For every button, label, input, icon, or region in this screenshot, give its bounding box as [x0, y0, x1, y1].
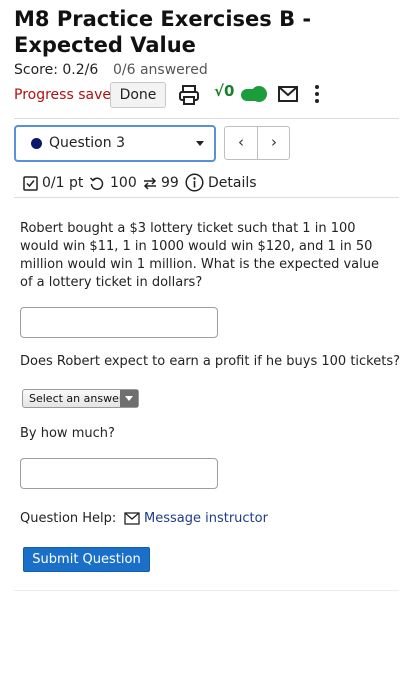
- mail-icon[interactable]: [278, 86, 298, 102]
- question-help-label: Question Help:: [20, 511, 117, 526]
- question-select[interactable]: Question 3: [14, 125, 216, 162]
- details-link[interactable]: Details: [208, 175, 257, 191]
- points-text: 0/1 pt: [42, 175, 84, 191]
- question-select-label: Question 3: [49, 135, 125, 151]
- meta-divider: [14, 197, 399, 198]
- info-icon[interactable]: [185, 173, 204, 192]
- question-text: Robert bought a $3 lottery ticket such t…: [20, 221, 379, 290]
- retries-count: 100: [110, 175, 137, 191]
- submit-question-button[interactable]: Submit Question: [23, 547, 150, 572]
- footer-divider: [14, 590, 399, 591]
- more-options-icon[interactable]: [314, 84, 320, 104]
- page-title: M8 Practice Exercises B - Expected Value: [14, 7, 312, 57]
- profit-answer-select[interactable]: Select an answer: [22, 389, 139, 408]
- retry-icon: [89, 177, 104, 190]
- score-text: Score: 0.2/6: [14, 62, 99, 78]
- question-part3-text: By how much?: [20, 426, 115, 441]
- attempts-icon: [143, 177, 157, 190]
- next-question-button[interactable]: ›: [258, 133, 290, 151]
- question-status-dot: [31, 138, 42, 149]
- profit-amount-input[interactable]: [20, 458, 218, 489]
- question-nav: ‹ ›: [224, 126, 290, 160]
- print-icon[interactable]: [178, 84, 200, 106]
- math-display-toggle[interactable]: [241, 86, 267, 102]
- chevron-down-icon: [120, 390, 138, 407]
- previous-question-button[interactable]: ‹: [225, 133, 257, 151]
- header-divider: [14, 118, 399, 119]
- message-instructor-link[interactable]: Message instructor: [144, 511, 268, 526]
- checkbox-icon: [23, 176, 38, 191]
- math-display-icon: √0: [214, 82, 235, 100]
- chevron-down-icon: [196, 141, 204, 146]
- envelope-icon: [124, 512, 140, 525]
- expected-value-input[interactable]: [20, 307, 218, 338]
- attempts-count: 99: [161, 175, 179, 191]
- done-button[interactable]: Done: [110, 82, 166, 108]
- answered-count: 0/6 answered: [113, 62, 208, 78]
- progress-status: Progress saved: [14, 87, 120, 103]
- answer-select-label: Select an answer: [29, 392, 124, 405]
- question-part2-text: Does Robert expect to earn a profit if h…: [20, 354, 401, 369]
